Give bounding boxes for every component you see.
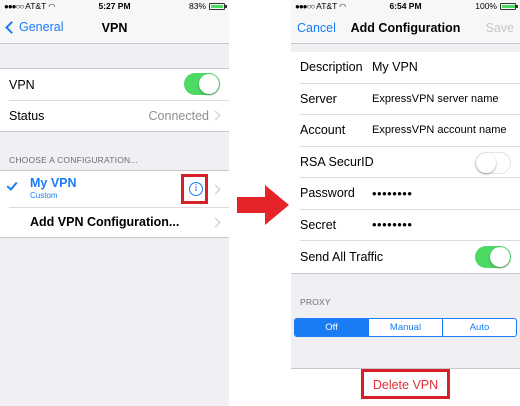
send-all-traffic-label: Send All Traffic	[300, 249, 384, 264]
proxy-option-manual[interactable]: Manual	[368, 319, 442, 336]
description-row: Description My VPN	[300, 52, 520, 84]
server-field[interactable]: ExpressVPN server name	[372, 93, 499, 105]
proxy-segmented-control: Off Manual Auto	[294, 318, 517, 337]
configuration-type: Custom	[30, 191, 58, 200]
vpn-toggle[interactable]	[184, 73, 220, 95]
checkmark-icon	[6, 179, 18, 191]
rsa-securid-label: RSA SecurID	[300, 154, 374, 169]
battery-icon	[209, 2, 227, 10]
rsa-securid-row: RSA SecurID	[300, 147, 520, 178]
account-label: Account	[300, 123, 346, 138]
add-configuration-screen: ●●●○○ AT&T ◠ 6:54 PM 100% Cancel Add Con…	[291, 0, 520, 406]
right-arrow-icon	[237, 185, 289, 225]
info-highlight-box: i	[181, 174, 208, 204]
navigation-bar: General VPN	[0, 12, 229, 44]
status-label: Status	[9, 108, 45, 123]
proxy-option-off[interactable]: Off	[295, 319, 368, 336]
vpn-toggle-row: VPN	[0, 69, 229, 100]
description-label: Description	[300, 60, 363, 75]
password-label: Password	[300, 186, 355, 201]
section-header: CHOOSE A CONFIGURATION...	[9, 155, 139, 165]
secret-label: Secret	[300, 217, 337, 232]
server-row: Server ExpressVPN server name	[300, 84, 520, 115]
server-label: Server	[300, 91, 337, 106]
save-button[interactable]: Save	[486, 21, 515, 35]
account-field[interactable]: ExpressVPN account name	[372, 124, 507, 136]
vpn-status-group: VPN Status Connected	[0, 68, 229, 132]
chevron-right-icon	[210, 110, 221, 121]
page-title: VPN	[101, 21, 128, 35]
add-configuration-label: Add VPN Configuration...	[30, 215, 180, 229]
proxy-option-auto[interactable]: Auto	[442, 319, 516, 336]
delete-vpn-button[interactable]: Delete VPN	[364, 378, 447, 392]
rsa-securid-toggle[interactable]	[475, 151, 511, 174]
battery-percent: 83%	[188, 1, 206, 11]
chevron-right-icon	[210, 184, 221, 194]
battery-icon	[500, 2, 518, 10]
configuration-form: Description My VPN Server ExpressVPN ser…	[291, 52, 520, 274]
send-all-traffic-toggle[interactable]	[475, 246, 511, 268]
status-value: Connected	[148, 108, 209, 123]
status-bar: ●●●○○ AT&T ◠ 6:54 PM 100%	[291, 0, 520, 12]
status-bar: ●●●○○ AT&T ◠ 5:27 PM 83%	[0, 0, 229, 12]
secret-row: Secret ••••••••	[300, 210, 520, 241]
status-row[interactable]: Status Connected	[0, 100, 229, 131]
secret-field[interactable]: ••••••••	[372, 217, 412, 232]
password-field[interactable]: ••••••••	[372, 186, 412, 201]
add-configuration-row[interactable]: Add VPN Configuration...	[0, 207, 229, 237]
password-row: Password ••••••••	[300, 178, 520, 210]
info-circle-icon[interactable]: i	[189, 182, 203, 196]
chevron-right-icon	[210, 217, 221, 227]
account-row: Account ExpressVPN account name	[300, 115, 520, 147]
proxy-header: PROXY	[300, 297, 331, 307]
configuration-name: My VPN	[30, 176, 77, 190]
description-field[interactable]: My VPN	[372, 60, 418, 74]
delete-highlight-box: Delete VPN	[361, 369, 450, 399]
navigation-bar: Cancel Add Configuration Save	[291, 12, 520, 44]
vpn-label: VPN	[9, 77, 35, 92]
battery-percent: 100%	[475, 1, 497, 11]
send-all-traffic-row: Send All Traffic	[300, 241, 520, 273]
